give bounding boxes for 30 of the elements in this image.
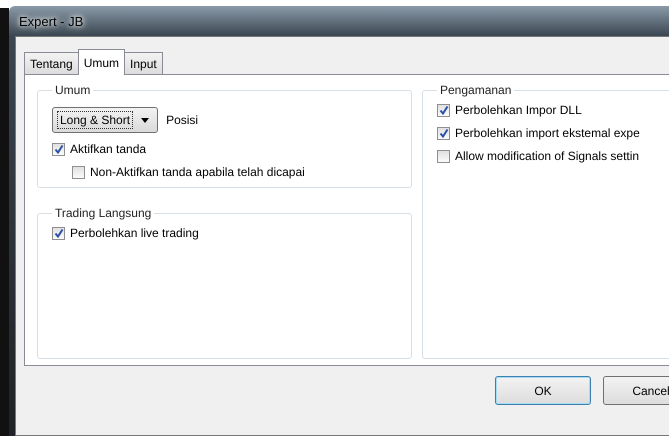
checkbox-label: Allow modification of Signals settin bbox=[455, 149, 640, 163]
dropdown[interactable]: Long & Short bbox=[52, 107, 158, 133]
group-title: Pengamanan bbox=[439, 83, 512, 97]
checkbox-row[interactable]: Allow modification of Signals settin bbox=[437, 149, 661, 163]
checkbox[interactable] bbox=[437, 126, 450, 140]
checkbox-row[interactable]: Non-Aktifkan tanda apabila telah dicapai bbox=[72, 165, 403, 179]
checkbox-label: Aktifkan tanda bbox=[70, 142, 146, 156]
tab[interactable]: Umum bbox=[78, 49, 126, 75]
checkbox-label: Non-Aktifkan tanda apabila telah dicapai bbox=[90, 165, 305, 179]
checkbox[interactable] bbox=[52, 142, 65, 156]
tab[interactable]: Input bbox=[124, 52, 163, 74]
window-title: Expert - JB bbox=[19, 14, 84, 28]
group-title: Umum bbox=[54, 83, 92, 97]
cancel-button[interactable]: Cancel bbox=[603, 376, 669, 405]
group-title: Trading Langsung bbox=[54, 206, 152, 220]
checkbox[interactable] bbox=[437, 104, 450, 116]
checkbox-row[interactable]: Perbolehkan Impor DLL bbox=[437, 103, 661, 117]
checkbox-row[interactable]: Aktifkan tanda bbox=[52, 142, 403, 156]
checkbox-label: Perbolehkan live trading bbox=[70, 226, 199, 240]
dropdown-label: Posisi bbox=[166, 113, 198, 127]
tab[interactable]: Tentang bbox=[24, 52, 79, 74]
checkbox-row[interactable]: Perbolehkan live trading bbox=[52, 226, 403, 240]
checkbox[interactable] bbox=[72, 166, 85, 178]
checkbox-row[interactable]: Perbolehkan import ekstemal expe bbox=[437, 126, 661, 140]
caret-icon bbox=[141, 118, 150, 122]
checkbox-label: Perbolehkan import ekstemal expe bbox=[455, 126, 640, 140]
checkbox[interactable] bbox=[52, 226, 65, 240]
checkbox[interactable] bbox=[437, 150, 450, 162]
checkbox-label: Perbolehkan Impor DLL bbox=[455, 103, 582, 117]
ok-button[interactable]: OK bbox=[495, 376, 591, 405]
